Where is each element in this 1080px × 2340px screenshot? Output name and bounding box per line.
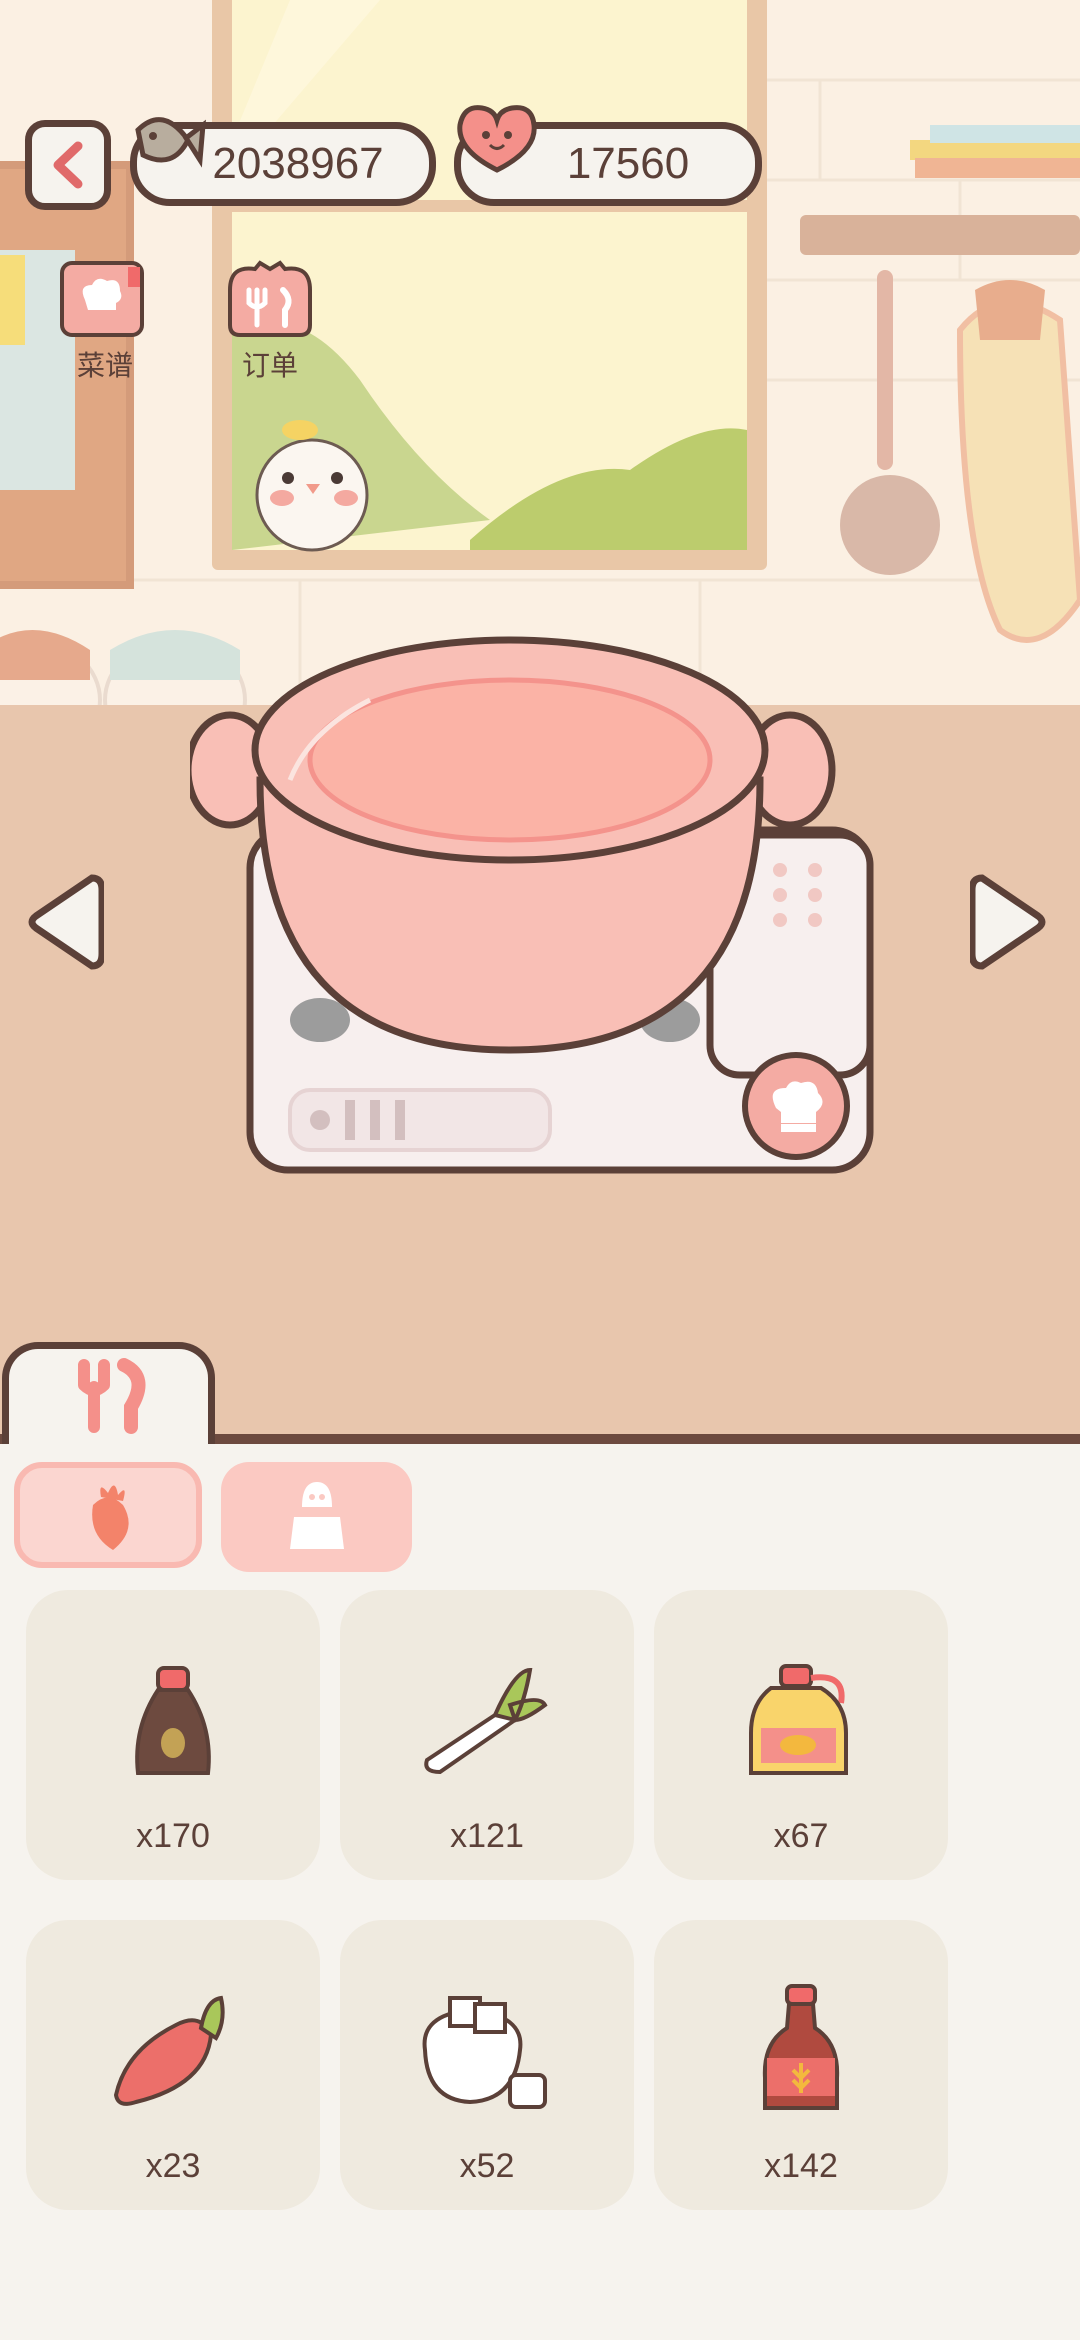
- fish-icon: [135, 117, 206, 168]
- ingredient-count: x142: [764, 2147, 838, 2185]
- sugar-bowl-icon: [422, 1996, 547, 2109]
- recipes-shortcut[interactable]: 菜谱: [50, 255, 160, 382]
- back-button[interactable]: [25, 120, 111, 210]
- ingredient-count: x121: [450, 1817, 524, 1855]
- category-seasonings-button[interactable]: [221, 1462, 412, 1572]
- ingredient-slot[interactable]: x170: [26, 1590, 320, 1880]
- heart-icon: [457, 105, 537, 173]
- fork-spoon-icon: [77, 1357, 145, 1434]
- ingredient-slot[interactable]: x142: [654, 1920, 948, 2210]
- ingredient-slot[interactable]: x23: [26, 1920, 320, 2210]
- ingredient-count: x170: [136, 1817, 210, 1855]
- heart-value: 17560: [566, 139, 690, 188]
- category-vegetables-button[interactable]: [14, 1462, 202, 1568]
- ingredient-slot[interactable]: x121: [340, 1590, 634, 1880]
- carrot-icon: [92, 1485, 129, 1550]
- chef-hat-icon: [772, 1081, 823, 1132]
- ingredient-count: x23: [145, 2147, 201, 2185]
- ingredient-count: x67: [773, 1817, 829, 1855]
- orders-shortcut[interactable]: 订单: [215, 255, 325, 382]
- recipe-book-icon: [60, 261, 144, 337]
- ingredient-slot[interactable]: x52: [340, 1920, 634, 2210]
- oil-jug-icon: [749, 1664, 848, 1775]
- ingredient-slot[interactable]: x67: [654, 1590, 948, 1880]
- green-onion-icon: [424, 1667, 548, 1775]
- chili-pepper-icon: [113, 1995, 225, 2106]
- vinegar-bottle-icon: [762, 1984, 840, 2110]
- recipes-label: 菜谱: [76, 349, 133, 382]
- soy-sauce-bottle-icon: [135, 1666, 211, 1775]
- ingredient-count: x52: [459, 2147, 515, 2185]
- next-stove-arrow[interactable]: [970, 868, 1052, 976]
- tab-ingredients[interactable]: [2, 1342, 215, 1444]
- orders-label: 订单: [241, 349, 298, 382]
- previous-stove-arrow[interactable]: [22, 868, 104, 976]
- fish-coin-value: 2038967: [212, 139, 384, 188]
- orders-icon: [228, 260, 312, 337]
- cook-button[interactable]: [742, 1052, 850, 1160]
- salt-shaker-icon: [289, 1482, 344, 1549]
- back-arrow-icon: [53, 141, 83, 189]
